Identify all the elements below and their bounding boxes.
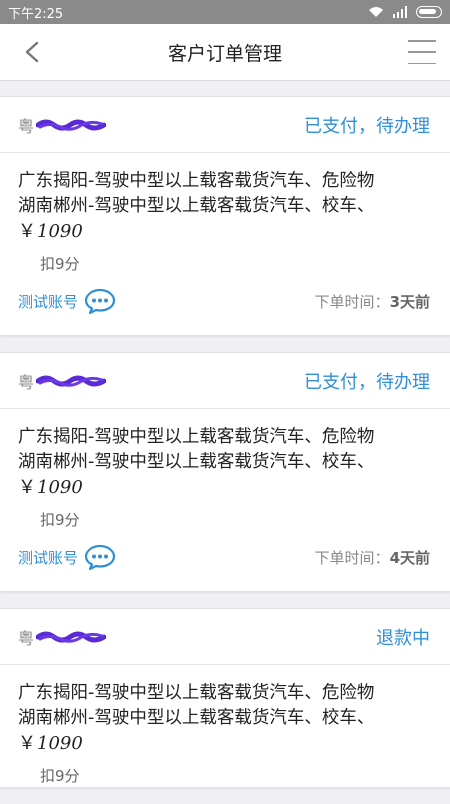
status-time: 下午2:25	[8, 6, 64, 22]
chat-bubble-icon[interactable]	[84, 543, 116, 571]
nav-bar: 客户订单管理	[0, 24, 450, 81]
currency-symbol: ￥	[18, 221, 36, 242]
order-time-label: 下单时间：	[314, 548, 390, 567]
order-time-label: 下单时间：	[314, 292, 390, 311]
order-price: ￥1090	[18, 219, 432, 245]
price-value: 1090	[37, 221, 83, 242]
price-value: 1090	[37, 477, 83, 498]
deduct-points: 扣9分	[40, 255, 80, 273]
route-line: 广东揭阳-驾驶中型以上载客载货汽车、危险物	[18, 683, 375, 703]
back-button[interactable]	[12, 32, 52, 72]
order-status: 已支付，待办理	[304, 371, 430, 393]
deduct-points: 扣9分	[40, 511, 80, 529]
order-time-value: 3天前	[389, 292, 430, 311]
card-body: 广东揭阳-驾驶中型以上载客载货汽车、危险物 湖南郴州-驾驶中型以上载客载货汽车、…	[0, 153, 450, 275]
menu-button[interactable]	[408, 40, 436, 64]
license-plate: 粤	[18, 369, 107, 393]
order-card[interactable]: 粤 退款中 广东揭阳-驾驶中型以上载客载货汽车、危险物 湖南郴州-驾驶中型以上载…	[0, 608, 450, 788]
order-time-value: 4天前	[389, 548, 430, 567]
order-list: 粤 已支付，待办理 广东揭阳-驾驶中型以上载客载货汽车、危险物 湖南郴州-驾驶中…	[0, 96, 450, 804]
account-link[interactable]: 测试账号	[18, 287, 116, 315]
route-line: 广东揭阳-驾驶中型以上载客载货汽车、危险物	[18, 171, 375, 191]
battery-icon	[416, 6, 442, 18]
card-header: 粤 已支付，待办理	[0, 353, 450, 409]
route-line: 湖南郴州-驾驶中型以上载客载货汽车、校车、	[18, 452, 375, 472]
redacted-plate-scribble	[36, 119, 107, 131]
deduct-points: 扣9分	[40, 767, 80, 785]
plate-prefix: 粤	[18, 116, 35, 136]
card-body: 广东揭阳-驾驶中型以上载客载货汽车、危险物 湖南郴州-驾驶中型以上载客载货汽车、…	[0, 665, 450, 787]
order-status: 已支付，待办理	[304, 115, 430, 137]
order-time: 下单时间：4天前	[315, 547, 430, 568]
card-footer: 测试账号 下单时间：4天前	[0, 531, 450, 591]
plate-prefix: 粤	[18, 372, 35, 392]
route-line: 广东揭阳-驾驶中型以上载客载货汽车、危险物	[18, 427, 375, 447]
account-label: 测试账号	[18, 548, 79, 567]
chat-bubble-icon[interactable]	[84, 287, 116, 315]
route-line: 湖南郴州-驾驶中型以上载客载货汽车、校车、	[18, 708, 375, 728]
plate-prefix: 粤	[18, 628, 35, 648]
card-body: 广东揭阳-驾驶中型以上载客载货汽车、危险物 湖南郴州-驾驶中型以上载客载货汽车、…	[0, 409, 450, 531]
status-bar: 下午2:25	[0, 0, 450, 24]
license-plate: 粤	[18, 625, 107, 649]
order-card[interactable]: 粤 已支付，待办理 广东揭阳-驾驶中型以上载客载货汽车、危险物 湖南郴州-驾驶中…	[0, 352, 450, 592]
page-title: 客户订单管理	[167, 42, 282, 65]
redacted-plate-scribble	[36, 375, 107, 387]
order-time: 下单时间：3天前	[315, 291, 430, 312]
redacted-plate-scribble	[36, 631, 107, 643]
signal-icon	[393, 6, 407, 18]
currency-symbol: ￥	[18, 733, 36, 754]
hamburger-menu-icon	[408, 40, 436, 42]
order-price: ￥1090	[18, 731, 432, 757]
price-value: 1090	[37, 733, 83, 754]
currency-symbol: ￥	[18, 477, 36, 498]
card-header: 粤 退款中	[0, 609, 450, 665]
chevron-left-icon	[25, 41, 39, 63]
route-line: 湖南郴州-驾驶中型以上载客载货汽车、校车、	[18, 196, 375, 216]
order-card[interactable]: 粤 已支付，待办理 广东揭阳-驾驶中型以上载客载货汽车、危险物 湖南郴州-驾驶中…	[0, 96, 450, 336]
card-header: 粤 已支付，待办理	[0, 97, 450, 153]
order-price: ￥1090	[18, 475, 432, 501]
license-plate: 粤	[18, 113, 107, 137]
status-icons	[368, 6, 442, 18]
wifi-icon	[369, 7, 383, 17]
order-status: 退款中	[376, 627, 430, 649]
account-label: 测试账号	[18, 292, 79, 311]
card-footer: 测试账号 下单时间：3天前	[0, 275, 450, 335]
account-link[interactable]: 测试账号	[18, 543, 116, 571]
